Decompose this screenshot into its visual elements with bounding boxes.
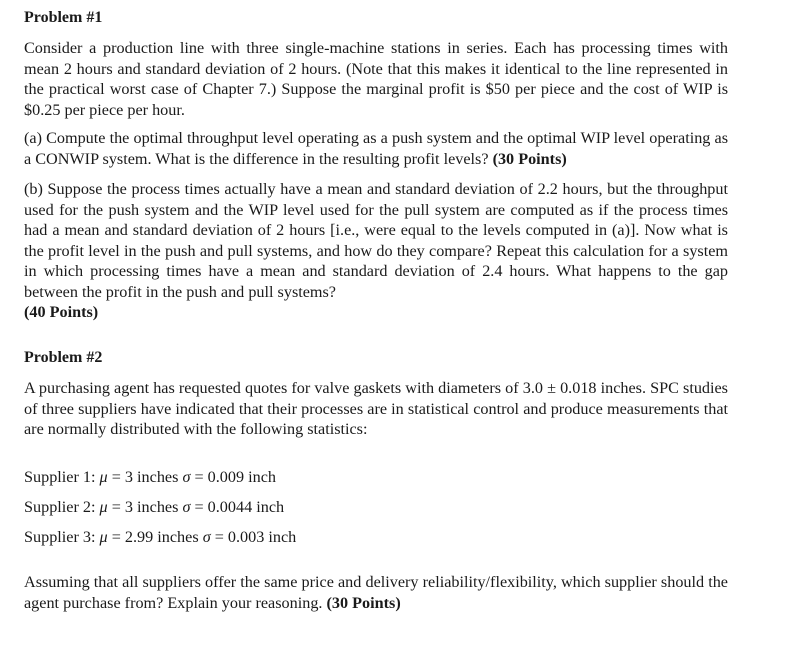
part-a-text: (a) Compute the optimal throughput level… [24,129,728,168]
supplier-label: Supplier 3: [24,528,96,546]
problem-2-intro: A purchasing agent has requested quotes … [24,379,728,438]
problem-2-heading: Problem #2 [24,349,103,366]
part-a-points: (30 Points) [492,149,567,168]
problem-1-part-a: (a) Compute the optimal throughput level… [24,128,728,169]
supplier-label: Supplier 1: [24,468,96,486]
mu-symbol: μ [99,528,108,546]
mu-symbol: μ [99,498,108,516]
document-page: Problem #1 Consider a production line wi… [0,0,785,612]
part-b-text: (b) Suppose the process times actually h… [24,180,728,301]
sigma-symbol: σ [202,528,211,546]
supplier-sigma: = 0.009 inch [194,468,276,486]
supplier-2-stats: Supplier 2: μ = 3 inches σ = 0.0044 inch [24,497,284,518]
sigma-symbol: σ [182,468,191,486]
supplier-mean: = 3 inches [111,468,179,486]
supplier-sigma: = 0.0044 inch [194,498,285,516]
supplier-label: Supplier 2: [24,498,96,516]
part-b-points: (40 Points) [24,303,99,321]
supplier-sigma: = 0.003 inch [214,528,297,546]
mu-symbol: μ [99,468,108,486]
supplier-mean: = 2.99 inches [111,528,199,546]
problem-1-intro: Consider a production line with three si… [24,39,728,119]
supplier-1-stats: Supplier 1: μ = 3 inches σ = 0.009 inch [24,467,276,488]
question-points: (30 Points) [326,593,401,612]
sigma-symbol: σ [182,498,191,516]
supplier-mean: = 3 inches [111,498,179,516]
supplier-3-stats: Supplier 3: μ = 2.99 inches σ = 0.003 in… [24,527,296,548]
problem-2-question: Assuming that all suppliers offer the sa… [24,572,728,613]
problem-1-heading: Problem #1 [24,9,103,26]
problem-1-part-b: (b) Suppose the process times actually h… [24,179,728,323]
